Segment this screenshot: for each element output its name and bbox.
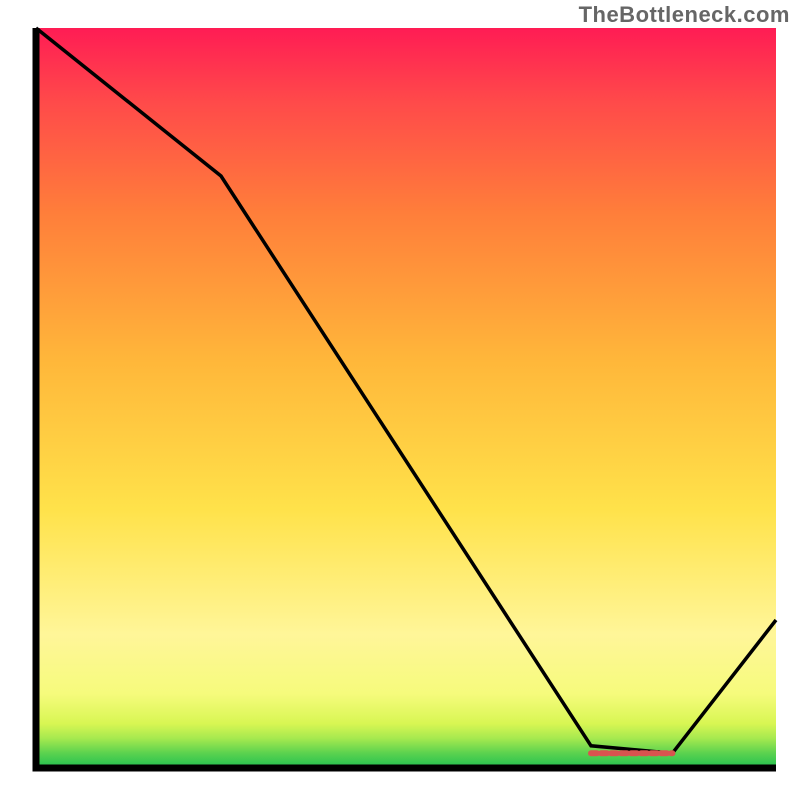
bottleneck-chart bbox=[0, 0, 800, 800]
plot-background bbox=[36, 28, 776, 768]
watermark-text: TheBottleneck.com bbox=[579, 2, 790, 28]
chart-container: TheBottleneck.com bbox=[0, 0, 800, 800]
